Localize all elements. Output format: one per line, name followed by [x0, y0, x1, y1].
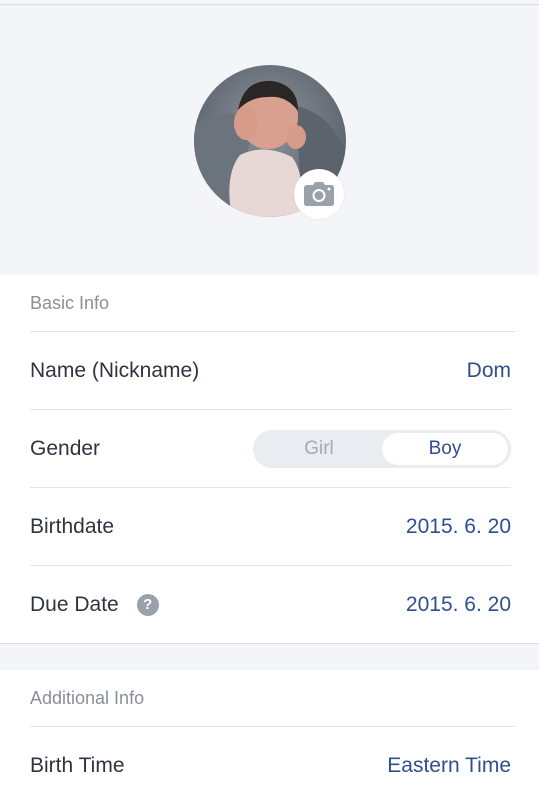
change-photo-button[interactable] [294, 169, 344, 219]
birthdate-row[interactable]: Birthdate 2015. 6. 20 [30, 488, 511, 566]
due-date-value[interactable]: 2015. 6. 20 [406, 593, 511, 617]
section-header-basic-info: Basic Info [30, 275, 515, 332]
question-circle-icon[interactable]: ? [136, 593, 159, 616]
birthdate-label: Birthdate [30, 514, 115, 538]
name-row[interactable]: Name (Nickname) Dom [30, 332, 511, 410]
due-date-label: Due Date [30, 592, 119, 616]
name-value[interactable]: Dom [467, 359, 511, 383]
birth-time-label: Birth Time [30, 753, 125, 777]
birth-time-row[interactable]: Birth Time Eastern Time [30, 727, 511, 804]
gender-option-boy[interactable]: Boy [382, 432, 508, 465]
additional-info-section: Additional Info Birth Time Eastern Time [0, 670, 539, 804]
gender-toggle[interactable]: Girl Boy [253, 429, 511, 468]
birthdate-value[interactable]: 2015. 6. 20 [406, 515, 511, 539]
section-header-additional-info: Additional Info [30, 670, 515, 727]
birth-time-value[interactable]: Eastern Time [387, 754, 511, 778]
profile-header [0, 5, 539, 275]
section-gap [0, 643, 539, 670]
camera-icon [304, 182, 334, 206]
due-date-label-group: Due Date ? [30, 593, 159, 617]
gender-label: Gender [30, 436, 101, 460]
name-label: Name (Nickname) [30, 358, 200, 382]
due-date-row[interactable]: Due Date ? 2015. 6. 20 [30, 566, 511, 643]
gender-row: Gender Girl Boy [30, 410, 511, 488]
gender-option-girl[interactable]: Girl [256, 433, 382, 465]
basic-info-section: Basic Info Name (Nickname) Dom Gender Gi… [0, 275, 539, 643]
